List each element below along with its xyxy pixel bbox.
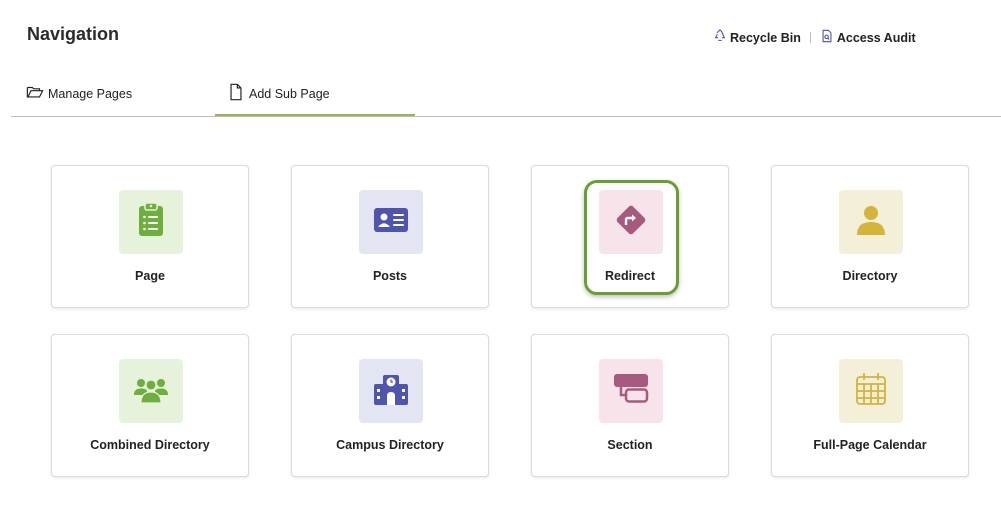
page-type-combined-directory[interactable]: Combined Directory (51, 334, 249, 477)
file-icon (227, 83, 245, 104)
section-tile (599, 359, 663, 423)
id-card-icon (372, 201, 410, 244)
tab-add-sub-page[interactable]: Add Sub Page (215, 72, 415, 116)
document-search-icon (820, 29, 834, 46)
page-type-label: Campus Directory (336, 438, 444, 452)
page-type-campus-directory[interactable]: Campus Directory (291, 334, 489, 477)
recycle-icon (713, 29, 727, 46)
section-blocks-icon (612, 370, 650, 413)
calendar-tile (839, 359, 903, 423)
campus-directory-tile (359, 359, 423, 423)
directory-tile (839, 190, 903, 254)
page-type-directory[interactable]: Directory (771, 165, 969, 308)
page-type-page[interactable]: Page (51, 165, 249, 308)
tab-manage-pages-label: Manage Pages (48, 86, 133, 101)
recycle-bin-link[interactable]: Recycle Bin (713, 29, 801, 46)
header-actions: Recycle Bin Access Audit (713, 29, 916, 46)
page-type-full-page-calendar[interactable]: Full-Page Calendar (771, 334, 969, 477)
page-type-redirect[interactable]: Redirect (531, 165, 729, 308)
page-type-posts[interactable]: Posts (291, 165, 489, 308)
page-type-label: Page (135, 269, 165, 283)
page-title: Navigation (27, 24, 120, 44)
clipboard-list-icon (132, 201, 170, 244)
access-audit-label: Access Audit (836, 30, 916, 45)
page-type-section[interactable]: Section (531, 334, 729, 477)
posts-tile (359, 190, 423, 254)
page-type-label: Section (607, 438, 653, 452)
tab-manage-pages[interactable]: Manage Pages (26, 72, 132, 115)
page-type-label: Combined Directory (90, 438, 210, 452)
combined-directory-tile (119, 359, 183, 423)
page-type-label: Full-Page Calendar (813, 438, 927, 452)
tab-add-sub-page-label: Add Sub Page (249, 86, 330, 101)
folder-open-icon (26, 83, 44, 104)
page-type-label: Directory (842, 269, 898, 283)
access-audit-link[interactable]: Access Audit (820, 29, 916, 46)
actions-divider (809, 32, 811, 43)
active-tab-indicator (215, 114, 415, 116)
page-type-label: Posts (372, 269, 408, 283)
users-icon (132, 370, 170, 413)
calendar-icon (852, 370, 890, 413)
selection-highlight (584, 180, 679, 295)
tab-bar: Manage Pages Add Sub Page (11, 72, 1001, 117)
school-building-icon (372, 370, 410, 413)
user-icon (852, 201, 890, 244)
page-tile (119, 190, 183, 254)
recycle-bin-label: Recycle Bin (730, 30, 801, 45)
